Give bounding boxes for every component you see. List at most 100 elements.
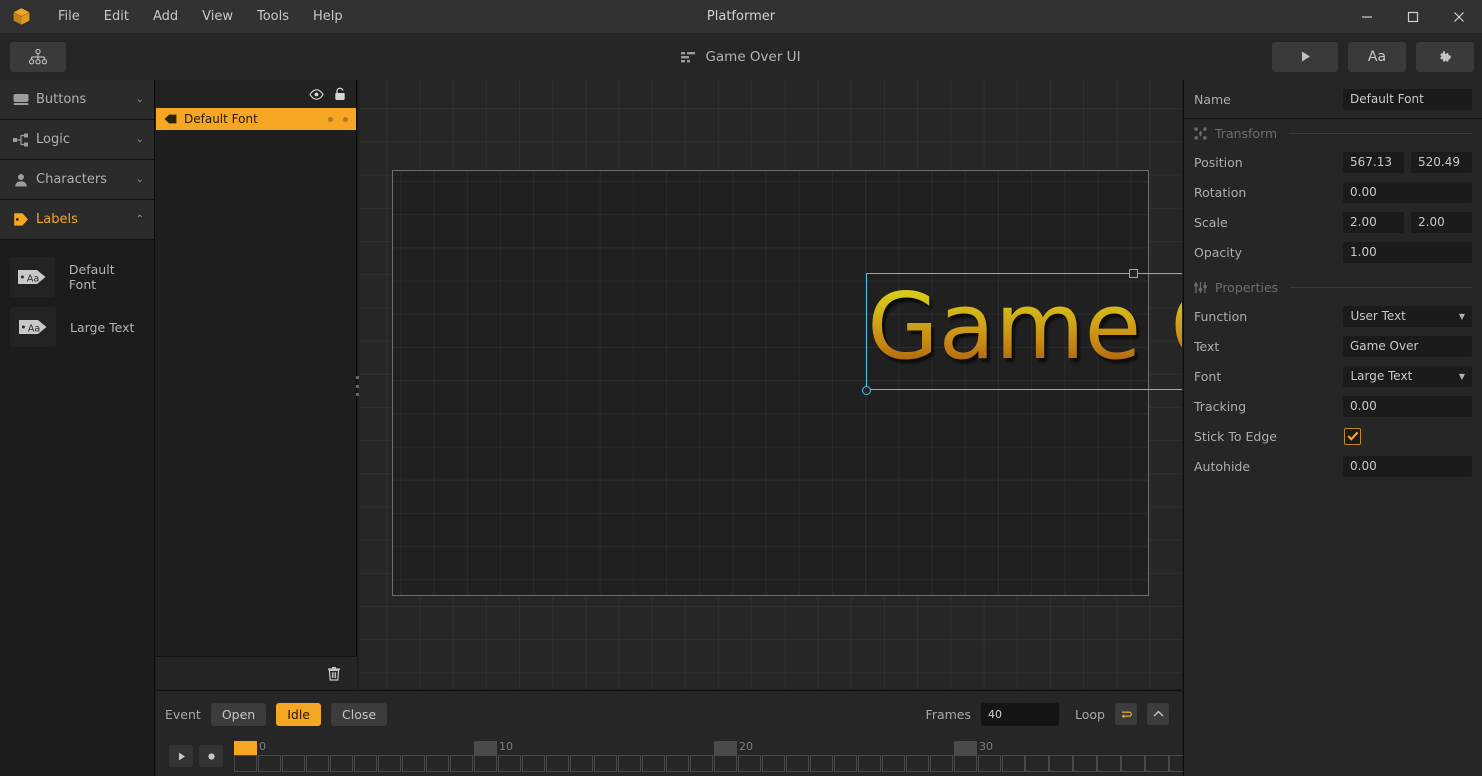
font-select[interactable]: Large Text ▼ — [1343, 365, 1472, 387]
timeline-frame-cell[interactable] — [401, 755, 426, 772]
settings-button[interactable] — [1416, 41, 1474, 72]
position-y-input[interactable] — [1411, 151, 1472, 173]
menu-tools[interactable]: Tools — [245, 0, 301, 33]
timeline-frame-cell[interactable] — [977, 755, 1001, 772]
canvas-viewport[interactable]: Game Over — [359, 80, 1182, 689]
layer-name: Default Font — [184, 112, 258, 126]
timeline-frame-cell[interactable] — [473, 755, 498, 772]
timeline-frame-cell[interactable] — [281, 755, 306, 772]
event-tab-close[interactable]: Close — [331, 702, 388, 726]
menu-view[interactable]: View — [190, 0, 245, 33]
menu-file[interactable]: File — [46, 0, 92, 33]
timeline-frame-cell[interactable] — [617, 755, 642, 772]
timeline-frame-cell[interactable] — [353, 755, 378, 772]
ruler-tick-10[interactable] — [474, 741, 498, 755]
timeline-frame-cell[interactable] — [425, 755, 450, 772]
timeline-frame-cell[interactable] — [881, 755, 905, 772]
loop-toggle-button[interactable] — [1115, 703, 1137, 725]
timeline-frame-cell[interactable] — [785, 755, 810, 772]
opacity-input[interactable] — [1343, 241, 1472, 263]
event-tab-idle[interactable]: Idle — [276, 702, 321, 726]
preview-play-button[interactable] — [1272, 41, 1338, 72]
minimize-button[interactable] — [1344, 0, 1390, 33]
asset-item-default-font[interactable]: Aa Default Font — [0, 252, 154, 302]
timeline-frame-cell[interactable] — [1001, 755, 1025, 772]
rotation-input[interactable] — [1343, 181, 1472, 203]
close-button[interactable] — [1436, 0, 1482, 33]
timeline-frame-cell[interactable] — [234, 755, 258, 772]
autohide-input[interactable] — [1343, 455, 1472, 477]
collapse-timeline-button[interactable] — [1147, 703, 1169, 725]
timeline-controls: Frames Loop — [926, 691, 1169, 737]
timeline-frame-cell[interactable] — [1097, 755, 1121, 772]
name-input[interactable] — [1343, 88, 1472, 110]
timeline-frame-cell[interactable] — [377, 755, 402, 772]
ruler-label-20: 20 — [739, 740, 753, 753]
timeline-frame-cell[interactable] — [1049, 755, 1073, 772]
timeline-frame-cell[interactable] — [449, 755, 474, 772]
layer-panel-footer — [156, 656, 357, 689]
layer-visibility-dot[interactable] — [328, 116, 333, 122]
timeline-frame-cell[interactable] — [521, 755, 546, 772]
maximize-button[interactable] — [1390, 0, 1436, 33]
asset-item-large-text[interactable]: Aa Large Text — [0, 302, 154, 352]
lock-icon[interactable] — [334, 87, 346, 101]
frames-input[interactable] — [981, 702, 1060, 726]
resize-handle-top-center[interactable] — [1129, 269, 1138, 278]
timeline-frame-cell[interactable] — [689, 755, 714, 772]
timeline-frame-cell[interactable] — [665, 755, 690, 772]
timeline-record-button[interactable] — [199, 745, 223, 767]
timeline-frame-cell[interactable] — [809, 755, 834, 772]
trash-icon[interactable] — [327, 666, 341, 681]
hierarchy-button[interactable] — [10, 41, 66, 72]
property-row-position: Position — [1184, 147, 1482, 177]
timeline-frame-cell[interactable] — [593, 755, 618, 772]
timeline-frame-cell[interactable] — [641, 755, 666, 772]
tracking-input[interactable] — [1343, 395, 1472, 417]
timeline-frame-cell[interactable] — [545, 755, 570, 772]
menu-add[interactable]: Add — [141, 0, 190, 33]
timeline-frame-cell[interactable] — [905, 755, 929, 772]
panel-splitter-handle[interactable] — [355, 374, 360, 398]
ruler-tick-20[interactable] — [714, 741, 738, 755]
sidebar-category-labels[interactable]: Labels ⌃ — [0, 200, 154, 240]
timeline-frame-cell[interactable] — [1145, 755, 1169, 772]
timeline-frame-cell[interactable] — [257, 755, 282, 772]
timeline-frame-cell[interactable] — [305, 755, 330, 772]
timeline-frame-cell[interactable] — [1121, 755, 1145, 772]
timeline-frame-cell[interactable] — [497, 755, 522, 772]
layer-lock-dot[interactable] — [343, 116, 348, 122]
property-row-name: Name — [1184, 80, 1482, 119]
timeline-ruler[interactable]: 0 10 20 30 — [234, 737, 1193, 776]
timeline-frame-cell[interactable] — [953, 755, 977, 772]
sidebar-category-buttons[interactable]: Buttons ⌄ — [0, 80, 154, 120]
timeline-frame-cell[interactable] — [1025, 755, 1049, 772]
scale-y-input[interactable] — [1411, 211, 1472, 233]
menu-help[interactable]: Help — [301, 0, 355, 33]
stick-to-edge-checkbox[interactable] — [1344, 427, 1361, 445]
timeline-frame-cell[interactable] — [833, 755, 857, 772]
font-settings-button[interactable]: Aa — [1348, 41, 1406, 72]
timeline-frame-cell[interactable] — [713, 755, 738, 772]
event-tab-open[interactable]: Open — [210, 702, 267, 726]
sidebar-category-logic[interactable]: Logic ⌄ — [0, 120, 154, 160]
ruler-tick-0[interactable] — [234, 741, 258, 755]
timeline-frame-cell[interactable] — [929, 755, 953, 772]
timeline-frame-cell[interactable] — [569, 755, 594, 772]
origin-handle[interactable] — [862, 386, 871, 395]
timeline-frame-cell[interactable] — [737, 755, 762, 772]
menu-edit[interactable]: Edit — [92, 0, 141, 33]
timeline-frame-cell[interactable] — [857, 755, 881, 772]
function-select[interactable]: User Text ▼ — [1343, 305, 1472, 327]
timeline-frame-cell[interactable] — [1073, 755, 1097, 772]
sidebar-category-characters[interactable]: Characters ⌄ — [0, 160, 154, 200]
eye-icon[interactable] — [309, 88, 324, 100]
timeline-play-button[interactable] — [169, 745, 193, 767]
position-x-input[interactable] — [1343, 151, 1404, 173]
scale-x-input[interactable] — [1343, 211, 1404, 233]
text-input[interactable] — [1343, 335, 1472, 357]
timeline-frame-cell[interactable] — [329, 755, 354, 772]
layer-row[interactable]: Default Font — [156, 108, 356, 130]
timeline-frame-cell[interactable] — [761, 755, 786, 772]
ruler-tick-30[interactable] — [954, 741, 978, 755]
